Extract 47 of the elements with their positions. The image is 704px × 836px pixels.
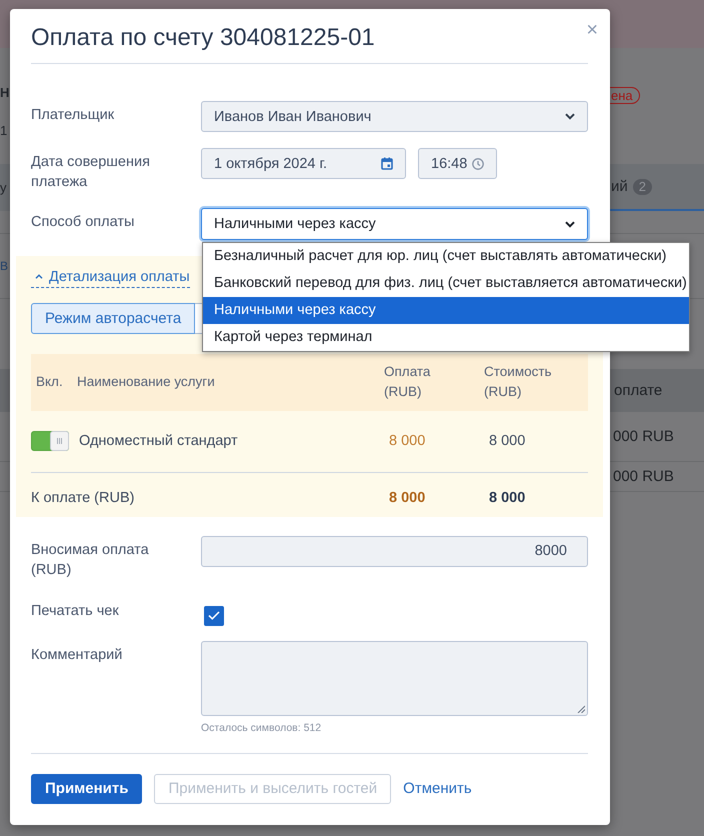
action-button[interactable]: Применить — [31, 774, 142, 804]
details-toggle-link[interactable]: Детализация оплаты — [31, 266, 190, 288]
calendar-icon — [381, 157, 393, 170]
field-label: Плательщик — [31, 106, 116, 125]
page-subheading: 1 — [0, 122, 8, 140]
amount-input[interactable]: 8000 — [201, 536, 588, 566]
table-cell-text: 8 000 — [389, 432, 426, 450]
payment-method-select[interactable]: Наличными через кассу — [201, 208, 588, 240]
table-cell-text: Одноместный стандарт — [79, 432, 238, 450]
table-cell-text: 8 000 — [489, 488, 526, 508]
count-badge: 2 — [632, 178, 652, 194]
tab[interactable]: у — [0, 180, 6, 195]
chevron-down-icon — [565, 220, 575, 228]
character-counter: Осталось символов: 512 — [201, 720, 322, 734]
field-label: Печатать чек — [31, 602, 120, 620]
payer-select[interactable]: Иванов Иван Иванович — [201, 101, 588, 132]
column-header: оплате — [614, 382, 662, 399]
date-field[interactable]: 1 октября 2024 г. — [201, 148, 406, 179]
field-label: Комментарий — [31, 646, 124, 664]
field-label: Способ оплаты — [31, 213, 136, 232]
cancel-link[interactable]: Отменить — [403, 774, 472, 804]
field-label: Дата совершения платежа — [31, 153, 151, 192]
table-cell-text: 8 000 — [489, 432, 526, 450]
time-field[interactable]: 16:48 — [418, 148, 497, 179]
table-cell-text: 8 000 — [389, 488, 426, 508]
total-label: К оплате (RUB) — [31, 488, 134, 508]
chevron-icon — [35, 274, 43, 279]
column-header: Оплата (RUB) — [384, 363, 430, 401]
table-cell: 000 RUB — [613, 468, 674, 485]
mode-button[interactable]: Режим авторасчета — [31, 302, 196, 334]
dropdown-option[interactable]: Безналичный расчет для юр. лиц (счет выставлять автоматически) — [203, 243, 689, 270]
page-heading: Н — [0, 84, 10, 102]
toggle-switch[interactable] — [31, 430, 69, 450]
clock-icon — [472, 158, 484, 170]
checkmark-icon — [208, 611, 220, 620]
dropdown-option[interactable]: Картой через терминал — [203, 324, 689, 351]
dialog-title: Оплата по счету 304081225-01 — [31, 23, 375, 53]
dropdown-option[interactable]: Наличными через кассу — [203, 297, 689, 324]
field-label: Вносимая оплата (RUB) — [31, 540, 150, 580]
chevron-down-icon — [565, 113, 575, 120]
column-header: Стоимость (RUB) — [484, 363, 552, 401]
column-header: Наименование услуги — [77, 373, 215, 391]
dropdown-option[interactable]: Банковский перевод для физ. лиц (счет выставляется автоматически) — [203, 270, 689, 297]
column-header: Вкл. — [36, 373, 63, 391]
resize-grip-icon — [577, 704, 585, 712]
checkbox[interactable] — [204, 606, 224, 626]
table-cell: 000 RUB — [613, 428, 674, 445]
